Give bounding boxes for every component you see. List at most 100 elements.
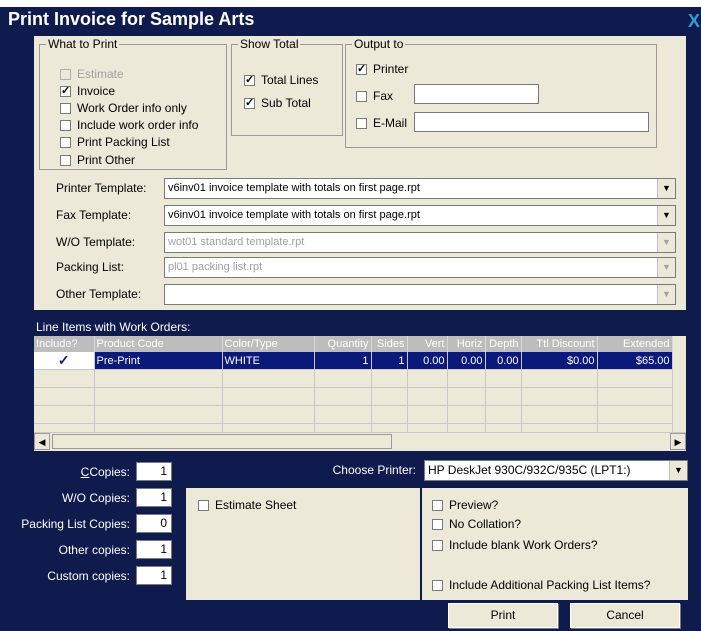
- wo-copies-label: W/O Copies:: [61, 491, 130, 505]
- scroll-right-icon[interactable]: ▶: [670, 433, 686, 450]
- include-blank-work-orders-label: Include blank Work Orders?: [449, 538, 598, 552]
- work-order-info-only-label: Work Order info only: [77, 101, 187, 115]
- preview-box[interactable]: [432, 499, 443, 511]
- fax-output-label: Fax: [373, 89, 394, 103]
- scroll-left-icon[interactable]: ◀: [34, 433, 50, 450]
- copies-field[interactable]: 1: [136, 462, 172, 481]
- column-header[interactable]: Vert: [407, 336, 448, 352]
- cell-horiz: 0.00: [447, 352, 486, 370]
- print-other-box[interactable]: [60, 154, 71, 166]
- column-header[interactable]: Include?: [34, 336, 95, 352]
- include-work-order-info-checkbox[interactable]: Include work order info: [60, 118, 198, 132]
- include-additional-packing-list-items-checkbox[interactable]: Include Additional Packing List Items?: [432, 578, 650, 592]
- table-row[interactable]: [34, 405, 673, 424]
- estimate-checkbox-box: [60, 68, 71, 80]
- estimate-sheet-box[interactable]: [198, 499, 209, 511]
- packing-list-select[interactable]: pl01 packing list.rpt ▼: [164, 257, 676, 278]
- wo-template-select[interactable]: wot01 standard template.rpt ▼: [164, 232, 676, 253]
- cell-color-type: WHITE: [222, 352, 315, 370]
- print-other-checkbox[interactable]: Print Other: [60, 153, 135, 167]
- column-header[interactable]: Color/Type: [222, 336, 315, 352]
- total-lines-checkbox[interactable]: Total Lines: [244, 73, 318, 87]
- wo-copies-field[interactable]: 1: [136, 488, 172, 507]
- column-header[interactable]: Extended: [597, 336, 673, 352]
- table-row[interactable]: [34, 387, 673, 406]
- chevron-down-icon[interactable]: ▼: [657, 179, 675, 198]
- print-packing-list-checkbox[interactable]: Print Packing List: [60, 135, 170, 149]
- custom-copies-label: Custom copies:: [47, 569, 130, 583]
- print-packing-list-label: Print Packing List: [77, 135, 170, 149]
- column-header[interactable]: Quantity: [314, 336, 372, 352]
- scrollbar-thumb[interactable]: [52, 434, 392, 449]
- include-work-order-info-label: Include work order info: [77, 118, 199, 132]
- cell-quantity: 1: [314, 352, 372, 370]
- print-options-panel: What to Print Estimate Invoice Work Orde…: [34, 36, 686, 310]
- fax-output-box[interactable]: [356, 90, 367, 102]
- work-order-info-only-box[interactable]: [60, 102, 71, 114]
- invoice-checkbox-box[interactable]: [60, 84, 71, 97]
- invoice-label: Invoice: [77, 84, 116, 98]
- column-header[interactable]: Product Code: [94, 336, 223, 352]
- fax-number-field[interactable]: [414, 84, 539, 104]
- print-other-label: Print Other: [77, 153, 136, 167]
- total-lines-label: Total Lines: [261, 73, 319, 87]
- estimate-sheet-checkbox[interactable]: Estimate Sheet: [198, 498, 296, 512]
- packing-list-label: Packing List:: [56, 260, 125, 274]
- choose-printer-select[interactable]: HP DeskJet 930C/932C/935C (LPT1:) ▼: [424, 460, 688, 481]
- printer-output-checkbox[interactable]: Printer: [356, 62, 408, 76]
- include-additional-packing-list-items-box[interactable]: [432, 579, 443, 591]
- cell-ttl-discount: $0.00: [521, 352, 598, 370]
- chevron-down-icon[interactable]: ▼: [657, 285, 675, 304]
- table-row[interactable]: [34, 369, 673, 388]
- grid-horizontal-scrollbar[interactable]: ◀ ▶: [34, 432, 686, 451]
- show-total-group: Show Total: [231, 37, 343, 136]
- include-blank-work-orders-box[interactable]: [432, 539, 443, 551]
- cell-sides: 1: [371, 352, 408, 370]
- preview-label: Preview?: [449, 498, 499, 512]
- cancel-button[interactable]: Cancel: [570, 603, 680, 628]
- include-work-order-info-box[interactable]: [60, 119, 71, 131]
- table-row[interactable]: ✓ Pre-Print WHITE 1 1 0.00 0.00 0.00 $0.…: [34, 352, 673, 370]
- include-checkmark-icon[interactable]: ✓: [34, 352, 95, 370]
- preview-checkbox[interactable]: Preview?: [432, 498, 498, 512]
- chevron-down-icon[interactable]: ▼: [657, 206, 675, 225]
- packing-list-copies-field[interactable]: 0: [136, 514, 172, 533]
- work-order-info-only-checkbox[interactable]: Work Order info only: [60, 101, 187, 115]
- total-lines-box[interactable]: [244, 73, 255, 86]
- column-header[interactable]: Depth: [485, 336, 522, 352]
- close-icon[interactable]: X: [688, 11, 700, 32]
- print-packing-list-box[interactable]: [60, 136, 71, 148]
- sub-total-checkbox[interactable]: Sub Total: [244, 96, 311, 110]
- include-additional-packing-list-items-label: Include Additional Packing List Items?: [449, 578, 651, 592]
- print-button[interactable]: Print: [448, 603, 558, 628]
- printer-template-select[interactable]: v6inv01 invoice template with totals on …: [164, 178, 676, 199]
- chevron-down-icon[interactable]: ▼: [657, 258, 675, 277]
- print-settings-panel: Preview? No Collation? Include blank Wor…: [422, 488, 688, 600]
- no-collation-checkbox[interactable]: No Collation?: [432, 517, 521, 531]
- printer-output-box[interactable]: [356, 62, 367, 75]
- printer-template-label: Printer Template:: [56, 181, 147, 195]
- fax-template-select[interactable]: v6inv01 invoice template with totals on …: [164, 205, 676, 226]
- other-copies-field[interactable]: 1: [136, 540, 172, 559]
- window-title: Print Invoice for Sample Arts: [8, 9, 255, 29]
- other-template-select[interactable]: ▼: [164, 284, 676, 305]
- no-collation-box[interactable]: [432, 518, 443, 530]
- email-output-label: E-Mail: [373, 116, 408, 130]
- invoice-checkbox[interactable]: Invoice: [60, 84, 115, 98]
- estimate-checkbox: Estimate: [60, 67, 124, 81]
- other-copies-label: Other copies:: [58, 543, 130, 557]
- chevron-down-icon[interactable]: ▼: [657, 233, 675, 252]
- email-address-field[interactable]: [414, 112, 649, 132]
- email-output-box[interactable]: [356, 117, 367, 129]
- email-output-checkbox[interactable]: E-Mail: [356, 116, 407, 130]
- column-header[interactable]: Sides: [371, 336, 408, 352]
- sub-total-box[interactable]: [244, 96, 255, 109]
- chevron-down-icon[interactable]: ▼: [669, 461, 687, 480]
- custom-copies-field[interactable]: 1: [136, 566, 172, 585]
- estimate-sheet-label: Estimate Sheet: [215, 498, 297, 512]
- column-header[interactable]: Horiz: [447, 336, 486, 352]
- fax-output-checkbox[interactable]: Fax: [356, 89, 393, 103]
- include-blank-work-orders-checkbox[interactable]: Include blank Work Orders?: [432, 538, 598, 552]
- column-header[interactable]: Ttl Discount: [521, 336, 598, 352]
- no-collation-label: No Collation?: [449, 517, 522, 531]
